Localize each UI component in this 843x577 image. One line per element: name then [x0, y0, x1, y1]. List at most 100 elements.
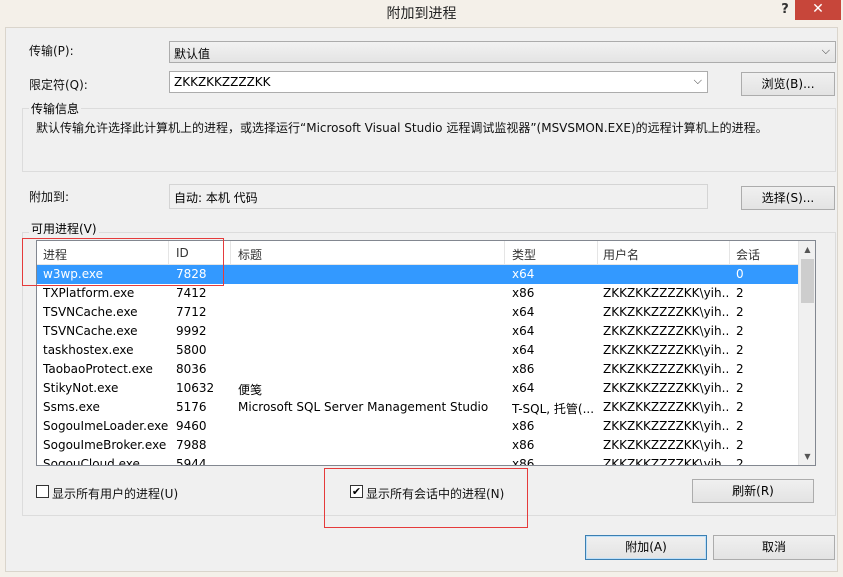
column-header-title[interactable]: 标题 — [238, 246, 262, 263]
all-sessions-label[interactable]: 显示所有会话中的进程(N) — [366, 485, 504, 502]
chevron-down-icon: ⌵ — [693, 74, 702, 87]
cell-session: 2 — [736, 381, 744, 395]
column-header-process[interactable]: 进程 — [43, 246, 67, 263]
cell-session: 2 — [736, 457, 744, 466]
transport-dropdown[interactable]: 默认值 ⌵ — [169, 41, 836, 63]
process-row[interactable]: StikyNot.exe 10632 便笺 x64 ZKKZKKZZZZKK\yih..… — [37, 379, 799, 398]
process-row[interactable]: TSVNCache.exe 9992 x64 ZKKZKKZZZZKK\yih... 2 — [37, 322, 799, 341]
all-users-checkbox[interactable] — [36, 485, 49, 498]
cell-user: ZKKZKKZZZZKK\yih... — [603, 324, 729, 338]
column-header-id[interactable]: ID — [176, 246, 189, 260]
cell-user: ZKKZKKZZZZKK\yih... — [603, 343, 729, 357]
attach-to-value: 自动: 本机 代码 — [174, 191, 258, 205]
cell-session: 2 — [736, 286, 744, 300]
cell-id: 10632 — [176, 381, 215, 395]
column-divider[interactable] — [168, 241, 169, 265]
chevron-down-icon: ⌵ — [821, 44, 830, 57]
cell-type: x64 — [512, 305, 535, 319]
scroll-up-icon[interactable]: ▲ — [799, 241, 815, 258]
cell-session: 2 — [736, 438, 744, 452]
qualifier-label: 限定符(Q): — [29, 78, 88, 92]
cell-session: 2 — [736, 343, 744, 357]
available-processes-title: 可用进程(V) — [29, 220, 99, 237]
window-title: 附加到进程 — [386, 6, 457, 22]
cell-process: StikyNot.exe — [43, 381, 119, 395]
cell-type: T-SQL, 托管(... — [512, 402, 595, 416]
help-button[interactable]: ? — [776, 0, 794, 22]
scrollbar-thumb[interactable] — [801, 259, 814, 303]
select-code-type-button[interactable]: 选择(S)... — [741, 186, 835, 210]
close-button[interactable]: ✕ — [795, 0, 841, 20]
vertical-scrollbar[interactable]: ▲ ▼ — [798, 241, 815, 465]
attach-to-field: 自动: 本机 代码 — [169, 184, 708, 209]
cell-user: ZKKZKKZZZZKK\yih... — [603, 419, 729, 433]
transport-value: 默认值 — [174, 47, 211, 61]
process-list[interactable]: 进程 ID 标题 类型 用户名 会话 w3wp.exe 7828 x64 0 TXPla… — [36, 240, 816, 466]
process-row[interactable]: TXPlatform.exe 7412 x86 ZKKZKKZZZZKK\yih...… — [37, 284, 799, 303]
attach-to-label: 附加到: — [29, 190, 70, 204]
cell-type: x64 — [512, 324, 535, 338]
refresh-button[interactable]: 刷新(R) — [692, 479, 814, 503]
cell-session: 2 — [736, 362, 744, 376]
column-header-user[interactable]: 用户名 — [603, 246, 639, 263]
process-row[interactable]: TSVNCache.exe 7712 x64 ZKKZKKZZZZKK\yih... 2 — [37, 303, 799, 322]
process-row[interactable]: SogouCloud.exe 5944 x86 ZKKZKKZZZZKK\yih...… — [37, 455, 799, 466]
process-row[interactable]: w3wp.exe 7828 x64 0 — [37, 265, 799, 284]
cell-id: 7412 — [176, 286, 207, 300]
process-row[interactable]: taskhostex.exe 5800 x64 ZKKZKKZZZZKK\yih...… — [37, 341, 799, 360]
column-divider[interactable] — [230, 241, 231, 265]
process-row[interactable]: TaobaoProtect.exe 8036 x86 ZKKZKKZZZZKK\yih… — [37, 360, 799, 379]
cell-session: 2 — [736, 305, 744, 319]
transport-info-group — [22, 108, 836, 172]
cell-process: SogouImeBroker.exe — [43, 438, 167, 452]
column-header-session[interactable]: 会话 — [736, 246, 760, 263]
cell-type: x64 — [512, 343, 535, 357]
cell-session: 2 — [736, 419, 744, 433]
process-list-header: 进程 ID 标题 类型 用户名 会话 — [37, 241, 799, 265]
cell-type: x86 — [512, 457, 535, 466]
cell-process: TaobaoProtect.exe — [43, 362, 153, 376]
title-bar: 附加到进程 ? ✕ — [0, 0, 843, 24]
cell-type: x86 — [512, 419, 535, 433]
cell-process: TSVNCache.exe — [43, 324, 138, 338]
cell-type: x86 — [512, 438, 535, 452]
cell-process: Ssms.exe — [43, 400, 100, 414]
cell-process: TSVNCache.exe — [43, 305, 138, 319]
column-divider[interactable] — [729, 241, 730, 265]
process-row[interactable]: SogouImeBroker.exe 7988 x86 ZKKZKKZZZZKK\yi… — [37, 436, 799, 455]
cancel-button[interactable]: 取消 — [713, 535, 835, 560]
all-users-label[interactable]: 显示所有用户的进程(U) — [52, 485, 178, 502]
attach-button[interactable]: 附加(A) — [585, 535, 707, 560]
cell-title: 便笺 — [238, 383, 263, 397]
cell-title: Microsoft SQL Server Management Studio — [238, 400, 489, 414]
cell-user: ZKKZKKZZZZKK\yih... — [603, 286, 729, 300]
all-sessions-checkbox[interactable]: ✔ — [350, 485, 363, 498]
cell-session: 2 — [736, 324, 744, 338]
cell-user: ZKKZKKZZZZKK\yih... — [603, 381, 729, 395]
browse-button[interactable]: 浏览(B)... — [741, 72, 835, 96]
scroll-down-icon[interactable]: ▼ — [799, 448, 815, 465]
column-divider[interactable] — [504, 241, 505, 265]
qualifier-combobox[interactable]: ZKKZKKZZZZKK ⌵ — [169, 71, 708, 93]
column-header-type[interactable]: 类型 — [512, 246, 536, 263]
qualifier-value: ZKKZKKZZZZKK — [174, 75, 271, 89]
cell-process: w3wp.exe — [43, 267, 103, 281]
cell-type: x64 — [512, 267, 535, 281]
transport-info-text: 默认传输允许选择此计算机上的进程，或选择运行“Microsoft Visual … — [36, 121, 768, 135]
column-divider[interactable] — [597, 241, 598, 265]
cell-type: x64 — [512, 381, 535, 395]
cell-id: 9460 — [176, 419, 207, 433]
cell-user: ZKKZKKZZZZKK\yih... — [603, 457, 729, 466]
process-row[interactable]: Ssms.exe 5176 Microsoft SQL Server Managem… — [37, 398, 799, 417]
cell-process: TXPlatform.exe — [43, 286, 135, 300]
cell-id: 7988 — [176, 438, 207, 452]
process-row[interactable]: SogouImeLoader.exe 9460 x86 ZKKZKKZZZZKK\yi… — [37, 417, 799, 436]
cell-id: 5944 — [176, 457, 207, 466]
cell-user: ZKKZKKZZZZKK\yih... — [603, 400, 729, 414]
cell-process: taskhostex.exe — [43, 343, 134, 357]
cell-id: 9992 — [176, 324, 207, 338]
cell-session: 0 — [736, 267, 744, 281]
cell-user: ZKKZKKZZZZKK\yih... — [603, 438, 729, 452]
cell-id: 7712 — [176, 305, 207, 319]
checkmark-icon: ✔ — [351, 485, 362, 498]
